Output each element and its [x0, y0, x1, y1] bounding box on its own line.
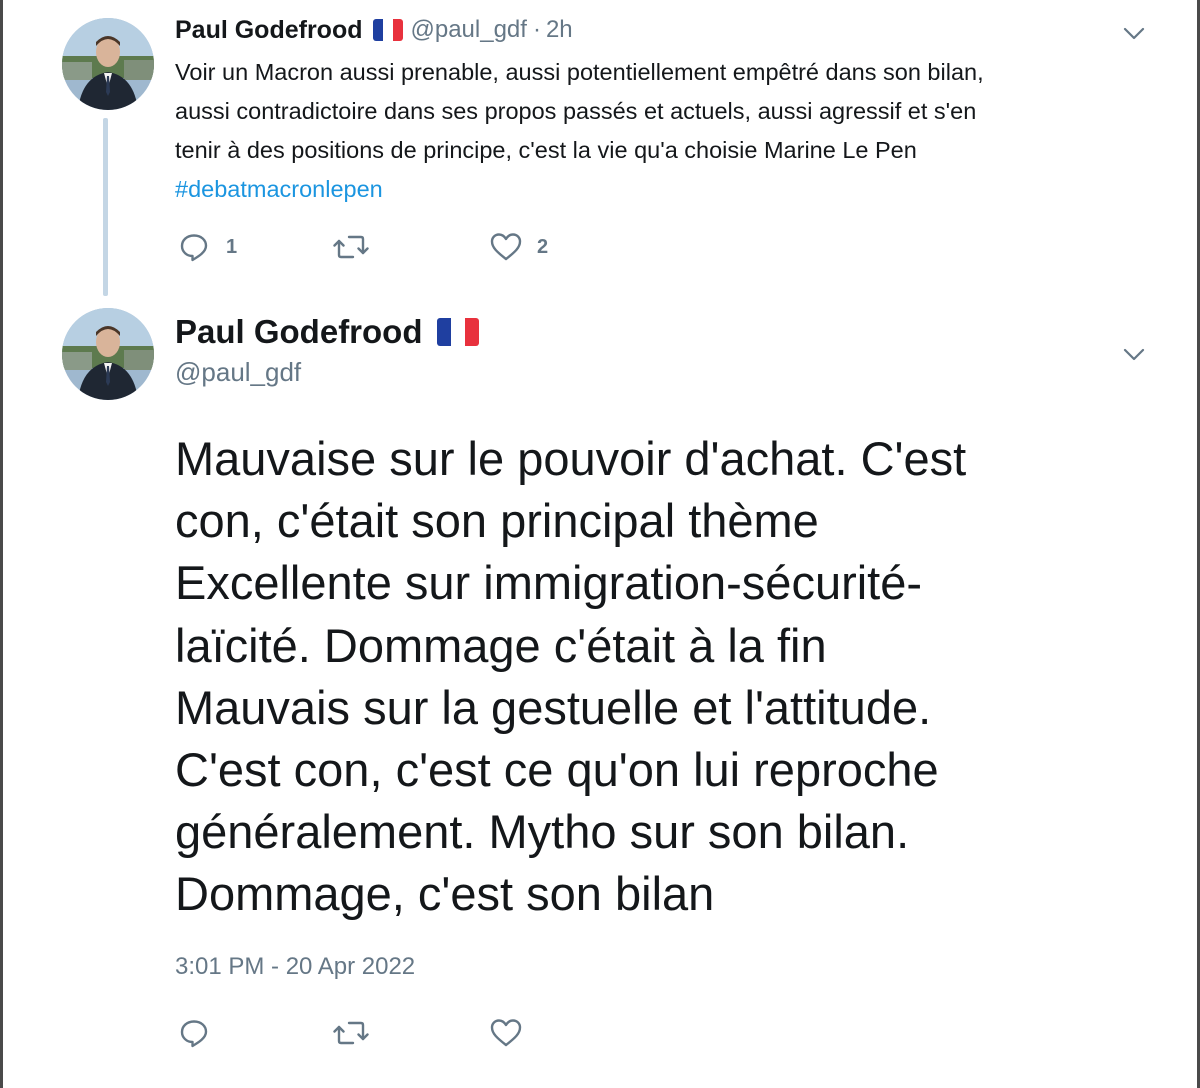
chevron-down-icon[interactable] — [1123, 348, 1145, 362]
reply-count: 1 — [226, 235, 238, 258]
thread-connector-line — [103, 118, 108, 296]
user-handle[interactable]: @paul_gdf — [411, 16, 527, 44]
tweet-header: Paul Godefrood — [175, 313, 479, 351]
tweet-text-line: Dommage, c'est son bilan — [175, 867, 715, 921]
separator: · — [532, 16, 541, 43]
tweet-timestamp[interactable]: 3:01 PM - 20 Apr 2022 — [175, 953, 415, 981]
user-name[interactable]: Paul Godefrood — [175, 16, 363, 45]
tweet-actions: 1 2 — [178, 231, 598, 265]
tweet-text-line: Mauvais sur la gestuelle et l'attitude. — [175, 680, 932, 734]
retweet-button[interactable] — [333, 231, 369, 263]
tweet-text: Mauvaise sur le pouvoir d'achat. C'est c… — [175, 428, 1135, 926]
tweet-text-line: con, c'était son principal thème — [175, 494, 819, 548]
reply-icon — [180, 234, 208, 262]
like-button[interactable] — [489, 1017, 523, 1049]
tweet-header: Paul Godefrood @paul_gdf · 2h — [175, 14, 573, 46]
tweet-text-line: aussi contradictoire dans ses propos pas… — [175, 98, 977, 124]
retweet-icon — [333, 1021, 369, 1045]
user-handle[interactable]: @paul_gdf — [175, 357, 301, 388]
tweet-actions — [178, 1017, 598, 1051]
hashtag-link[interactable]: #debatmacronlepen — [175, 170, 1135, 209]
reply-button[interactable]: 1 — [178, 231, 237, 263]
avatar[interactable] — [62, 308, 154, 400]
tweet-text-line: tenir à des positions de principe, c'est… — [175, 137, 917, 163]
reply-icon — [180, 1020, 208, 1048]
tweet-text: Voir un Macron aussi prenable, aussi pot… — [175, 53, 1135, 209]
tweet-time[interactable]: 2h — [546, 16, 573, 44]
user-name[interactable]: Paul Godefrood — [175, 313, 423, 351]
chevron-down-icon[interactable] — [1123, 27, 1145, 41]
retweet-button[interactable] — [333, 1017, 369, 1049]
france-flag-icon — [436, 318, 479, 346]
tweet-text-line: Excellente sur immigration-sécurité- — [175, 556, 923, 610]
like-button[interactable]: 2 — [489, 231, 548, 263]
retweet-icon — [333, 235, 369, 259]
tweet-text-line: généralement. Mytho sur son bilan. — [175, 805, 910, 859]
tweet-text-line: Mauvaise sur le pouvoir d'achat. C'est — [175, 432, 967, 485]
france-flag-icon — [372, 19, 403, 41]
avatar[interactable] — [62, 18, 154, 110]
tweet-text-line: laïcité. Dommage c'était à la fin — [175, 618, 827, 672]
like-count: 2 — [537, 235, 549, 258]
frame-edge-left — [0, 0, 3, 1088]
tweet-text-line: Voir un Macron aussi prenable, aussi pot… — [175, 59, 984, 85]
heart-icon — [490, 233, 522, 261]
tweet-text-line: C'est con, c'est ce qu'on lui reproche — [175, 743, 939, 797]
heart-icon — [490, 1019, 522, 1047]
reply-button[interactable] — [178, 1017, 210, 1049]
